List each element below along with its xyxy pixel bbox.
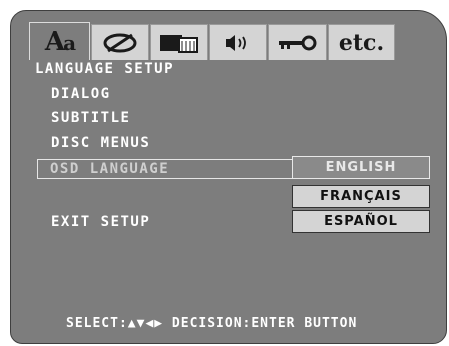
- audio-disc-icon: [103, 33, 137, 52]
- option-francais[interactable]: FRANÇAIS: [292, 185, 430, 208]
- tab-language[interactable]: Aa: [29, 22, 90, 60]
- tab-audio[interactable]: [91, 24, 149, 60]
- tab-lock[interactable]: [268, 24, 327, 60]
- menu-item-exit-setup[interactable]: EXIT SETUP: [51, 214, 150, 230]
- video-screen-icon: [160, 34, 198, 53]
- menu-item-subtitle[interactable]: SUBTITLE: [51, 110, 130, 126]
- tab-video[interactable]: [150, 24, 208, 60]
- setup-screen: Aa etc. LANGUAGE SETUP DIALOG SUBTITLE D…: [10, 10, 447, 344]
- menu-item-dialog[interactable]: DIALOG: [51, 86, 111, 102]
- language-icon: Aa: [44, 26, 76, 57]
- tab-bar: Aa etc.: [29, 22, 395, 60]
- tab-etc[interactable]: etc.: [328, 24, 395, 60]
- option-espanol[interactable]: ESPAÑOL: [292, 210, 430, 233]
- tab-speaker[interactable]: [209, 24, 267, 60]
- speaker-icon: [226, 34, 246, 51]
- option-english[interactable]: ENGLISH: [292, 156, 430, 179]
- menu-item-osd-language[interactable]: OSD LANGUAGE: [37, 159, 294, 179]
- page-title: LANGUAGE SETUP: [35, 61, 175, 77]
- footer-hint: SELECT:▲▼◀▶ DECISION:ENTER BUTTON: [66, 316, 358, 331]
- key-icon: [278, 35, 316, 50]
- etc-icon: etc.: [338, 29, 385, 56]
- osd-language-label: OSD LANGUAGE: [50, 161, 170, 177]
- menu-item-disc-menus[interactable]: DISC MENUS: [51, 135, 150, 151]
